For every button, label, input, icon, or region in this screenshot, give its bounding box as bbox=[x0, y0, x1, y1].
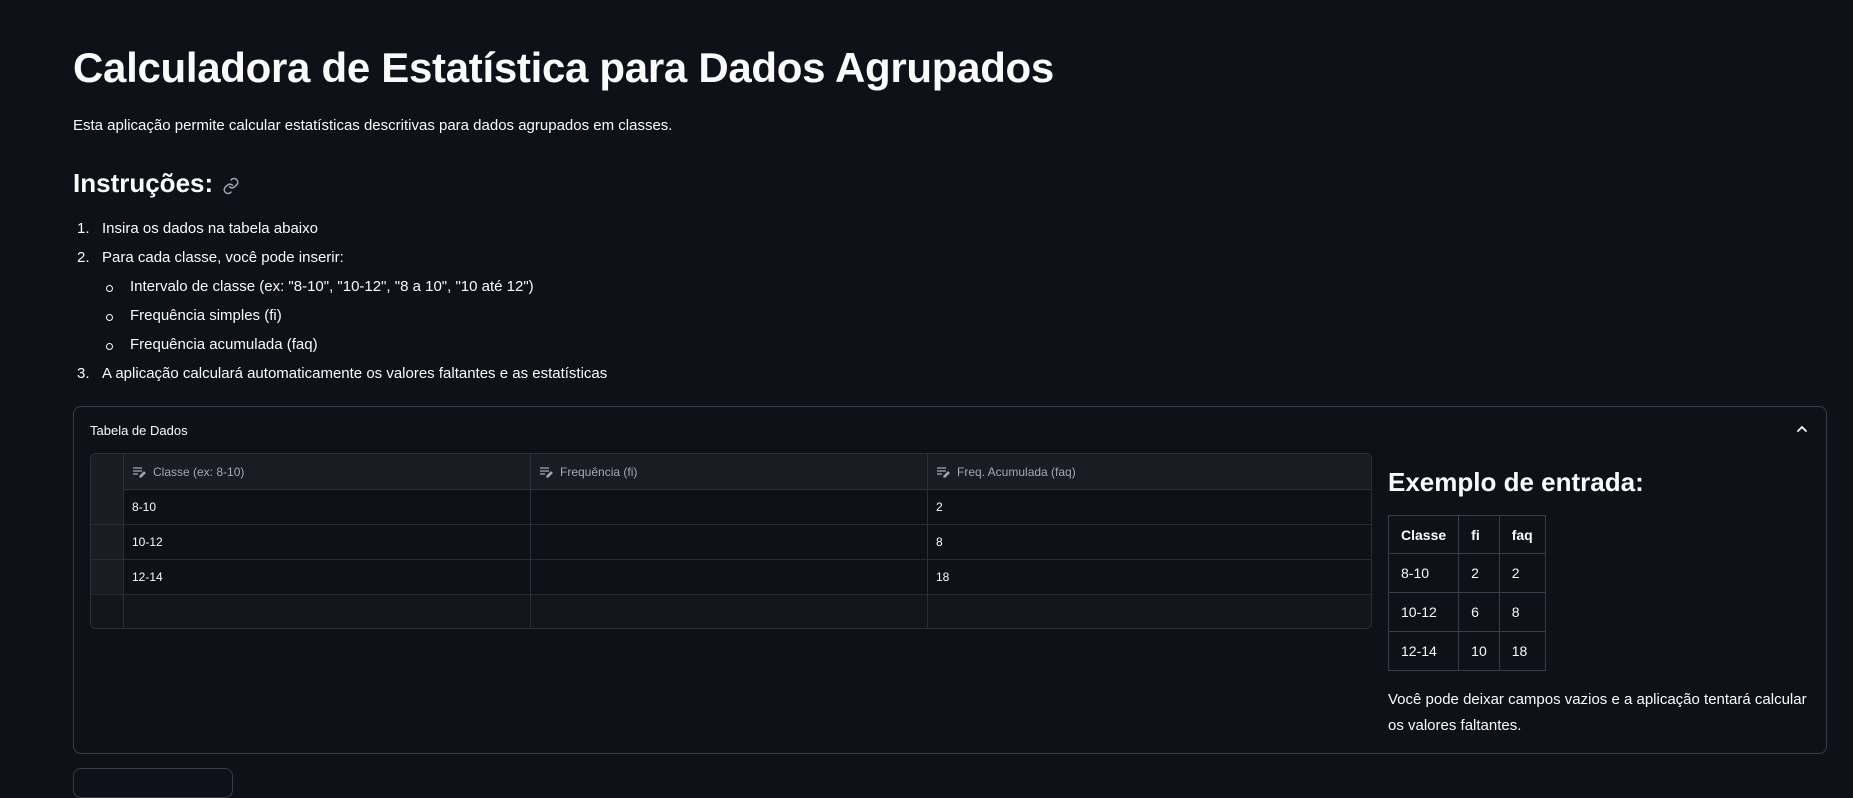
data-editor: Classe (ex: 8-10) Frequência (fi) Freq. … bbox=[90, 453, 1372, 629]
sub-item-text: Intervalo de classe (ex: "8-10", "10-12"… bbox=[130, 278, 534, 295]
step-text: Insira os dados na tabela abaixo bbox=[102, 220, 318, 237]
table-cell[interactable]: 2 bbox=[928, 490, 1371, 525]
edit-column-icon bbox=[539, 466, 553, 478]
example-title: Exemplo de entrada: bbox=[1388, 467, 1644, 497]
chevron-up-icon[interactable] bbox=[1794, 421, 1810, 437]
example-header-cell: faq bbox=[1498, 515, 1546, 554]
table-cell[interactable]: 18 bbox=[928, 560, 1371, 595]
table-cell[interactable]: 8-10 bbox=[124, 490, 531, 525]
step-number: 2. bbox=[77, 249, 90, 266]
table-cell[interactable] bbox=[531, 490, 928, 525]
row-index[interactable] bbox=[91, 490, 124, 525]
instructions-heading-text: Instruções: bbox=[73, 168, 214, 198]
step-number: 1. bbox=[77, 220, 90, 237]
example-cell: 6 bbox=[1458, 592, 1500, 632]
example-note: Você pode deixar campos vazios e a aplic… bbox=[1388, 691, 1807, 734]
bullet-icon bbox=[106, 343, 113, 350]
column-header[interactable]: Frequência (fi) bbox=[531, 454, 928, 490]
table-row: 12-14 10 18 bbox=[1387, 631, 1546, 671]
step-number: 3. bbox=[77, 365, 90, 382]
row-index[interactable] bbox=[91, 525, 124, 560]
step-text: A aplicação calculará automaticamente os… bbox=[102, 365, 608, 382]
column-header-label: Freq. Acumulada (faq) bbox=[957, 465, 1076, 479]
table-cell[interactable]: 10-12 bbox=[124, 525, 531, 560]
partial-button[interactable] bbox=[73, 768, 233, 798]
column-header-label: Classe (ex: 8-10) bbox=[153, 465, 245, 479]
table-cell[interactable]: 12-14 bbox=[124, 560, 531, 595]
column-header-label: Frequência (fi) bbox=[560, 465, 638, 479]
new-row-cell[interactable] bbox=[124, 595, 531, 628]
example-cell: 8-10 bbox=[1387, 553, 1460, 593]
table-cell[interactable] bbox=[531, 560, 928, 595]
table-row: 10-12 6 8 bbox=[1387, 592, 1546, 632]
edit-column-icon bbox=[936, 466, 950, 478]
step-text: Para cada classe, você pode inserir: bbox=[102, 249, 344, 266]
data-table-expander: Tabela de Dados Classe (ex: 8-10) Frequê… bbox=[73, 406, 1827, 754]
page-title: Calculadora de Estatística para Dados Ag… bbox=[73, 44, 1054, 91]
bullet-icon bbox=[106, 285, 113, 292]
example-header-row: Classe fi faq bbox=[1387, 515, 1546, 554]
expander-label[interactable]: Tabela de Dados bbox=[90, 423, 188, 438]
table-cell[interactable]: 8 bbox=[928, 525, 1371, 560]
example-header-cell: Classe bbox=[1387, 515, 1460, 554]
column-header[interactable]: Classe (ex: 8-10) bbox=[124, 454, 531, 490]
example-cell: 12-14 bbox=[1387, 631, 1460, 671]
sub-item-text: Frequência simples (fi) bbox=[130, 307, 282, 324]
table-cell[interactable] bbox=[531, 525, 928, 560]
new-row-cell[interactable] bbox=[531, 595, 928, 628]
example-table: Classe fi faq 8-10 2 2 10-12 6 8 12-14 1… bbox=[1387, 515, 1546, 671]
sub-item-text: Frequência acumulada (faq) bbox=[130, 336, 318, 353]
instructions-heading: Instruções: bbox=[73, 168, 241, 199]
row-index[interactable] bbox=[91, 560, 124, 595]
column-header[interactable]: Freq. Acumulada (faq) bbox=[928, 454, 1371, 490]
row-index[interactable] bbox=[91, 595, 124, 628]
example-cell: 10 bbox=[1458, 631, 1500, 671]
row-index-header bbox=[91, 454, 124, 490]
link-icon[interactable] bbox=[221, 176, 241, 196]
example-cell: 10-12 bbox=[1387, 592, 1460, 632]
example-header-cell: fi bbox=[1458, 515, 1500, 554]
bullet-icon bbox=[106, 314, 113, 321]
page-subtitle: Esta aplicação permite calcular estatíst… bbox=[73, 117, 673, 134]
new-row-cell[interactable] bbox=[928, 595, 1371, 628]
example-cell: 18 bbox=[1498, 631, 1546, 671]
example-cell: 2 bbox=[1458, 553, 1500, 593]
edit-column-icon bbox=[132, 466, 146, 478]
table-row: 8-10 2 2 bbox=[1387, 553, 1546, 593]
example-cell: 8 bbox=[1498, 592, 1546, 632]
example-cell: 2 bbox=[1498, 553, 1546, 593]
